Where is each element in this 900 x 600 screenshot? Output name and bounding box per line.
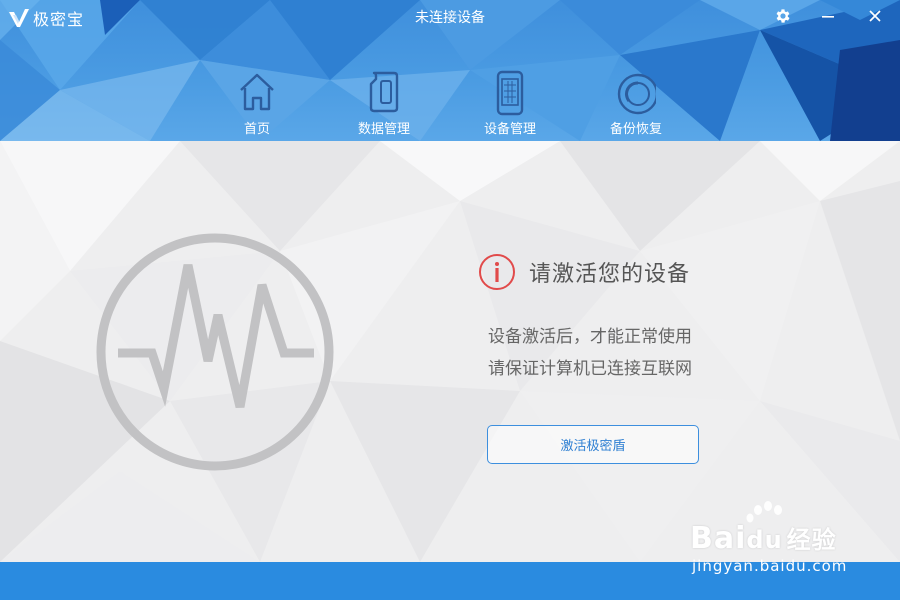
app-name: 极密宝 — [33, 10, 85, 29]
phone-device-icon — [496, 70, 524, 116]
sd-card-icon — [369, 71, 399, 113]
window-title: 未连接设备 — [415, 10, 485, 26]
description-line-2: 请保证计算机已连接互联网 — [488, 359, 692, 379]
main-content: 请激活您的设备 设备激活后，才能正常使用 请保证计算机已连接互联网 激活极密盾 — [0, 141, 900, 562]
pulse-circle-icon — [96, 233, 334, 471]
watermark-brand-cn: 经验 — [786, 526, 837, 554]
close-icon — [869, 10, 881, 22]
close-button[interactable] — [862, 4, 888, 28]
minimize-button[interactable] — [815, 4, 841, 28]
nav-tab-data-management-label: 数据管理 — [357, 122, 410, 137]
nav-tab-home-label: 首页 — [243, 122, 270, 137]
home-icon — [240, 73, 274, 111]
app-logo-icon — [9, 9, 29, 27]
activation-description: 设备激活后，才能正常使用 请保证计算机已连接互联网 — [488, 321, 692, 385]
backup-restore-icon — [617, 73, 656, 115]
nav-tab-backup-restore[interactable]: 备份恢复 — [591, 66, 681, 138]
settings-button[interactable] — [770, 4, 796, 28]
watermark-url: jingyan.baidu.com — [692, 557, 848, 575]
nav-tab-device-management[interactable]: 设备管理 — [465, 66, 555, 138]
nav-tab-home[interactable]: 首页 — [212, 66, 302, 138]
app-brand: 极密宝 — [8, 6, 84, 30]
activate-button[interactable]: 激活极密盾 — [487, 425, 699, 464]
nav-tab-device-management-label: 设备管理 — [483, 122, 536, 137]
minimize-icon — [822, 16, 834, 18]
watermark-brand-suffix: du — [746, 526, 783, 554]
nav-tab-backup-restore-label: 备份恢复 — [609, 122, 662, 137]
gear-icon — [776, 9, 790, 23]
activation-alert: 请激活您的设备 — [478, 253, 690, 291]
description-line-1: 设备激活后，才能正常使用 — [488, 327, 692, 347]
title-bar-header: 极密宝 未连接设备 首页 数据管理 设备管理 备份恢复 — [0, 0, 900, 141]
baidu-watermark: Baidu 经验 jingyan.baidu.com — [688, 500, 888, 580]
alert-title: 请激活您的设备 — [529, 262, 691, 287]
watermark-brand: Bai — [690, 521, 747, 556]
info-icon — [479, 254, 515, 290]
nav-tab-data-management[interactable]: 数据管理 — [339, 66, 429, 138]
